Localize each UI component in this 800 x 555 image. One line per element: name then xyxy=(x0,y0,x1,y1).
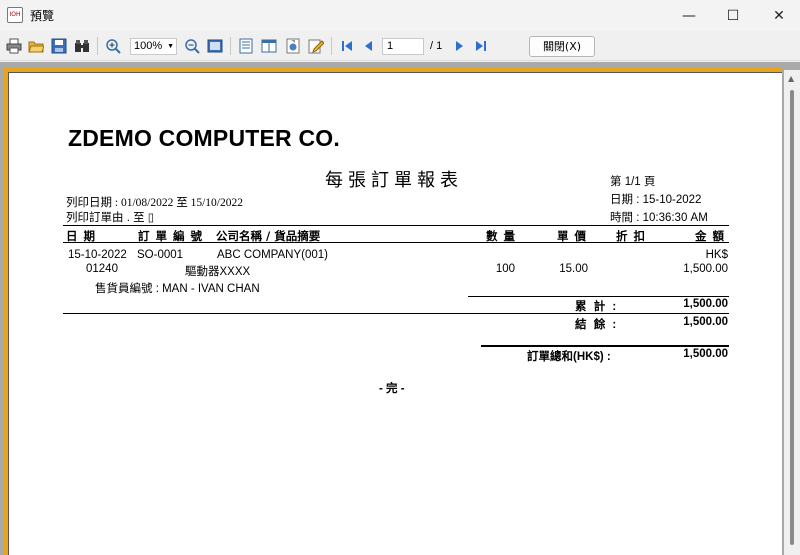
vertical-scrollbar[interactable]: ▲ xyxy=(784,70,800,555)
save-icon[interactable] xyxy=(50,37,68,55)
print-date-range: 列印日期 : 01/08/2022 至 15/10/2022 xyxy=(66,197,243,209)
balance-label: 結 餘 : xyxy=(575,319,619,331)
header-top-line xyxy=(63,225,729,226)
salesman: 售貨員編號 : MAN - IVAN CHAN xyxy=(95,283,260,295)
cumulative-value: 1,500.00 xyxy=(683,298,728,310)
print-icon[interactable] xyxy=(5,37,23,55)
maximize-button[interactable]: ☐ xyxy=(710,0,756,31)
next-page-icon[interactable] xyxy=(450,37,468,55)
grand-total-value: 1,500.00 xyxy=(683,348,728,360)
page-label: 第 1/1 頁 xyxy=(610,176,656,188)
item-amount: 1,500.00 xyxy=(683,263,728,275)
chevron-down-icon: ▼ xyxy=(167,43,174,50)
toolbar: 100% ▼ 1 / 1 關閉(X) xyxy=(0,31,800,61)
item-description: 驅動器XXXX xyxy=(185,266,251,278)
minimize-button[interactable]: — xyxy=(666,0,712,31)
single-page-icon[interactable] xyxy=(237,37,255,55)
order-date: 15-10-2022 xyxy=(68,249,127,261)
end-of-report: - 完 - xyxy=(379,383,405,395)
item-price: 15.00 xyxy=(559,263,588,275)
page-number-input[interactable]: 1 xyxy=(382,38,424,55)
open-folder-icon[interactable] xyxy=(27,37,45,55)
preview-viewer[interactable]: ZDEMO COMPUTER CO. 每張訂單報表 第 1/1 頁 日期 : 1… xyxy=(0,62,800,555)
item-qty: 100 xyxy=(495,263,515,275)
edit-icon[interactable] xyxy=(307,37,325,55)
window-title-bar[interactable]: IOH 預覽 — ☐ ✕ xyxy=(0,0,800,31)
section-line xyxy=(63,313,729,314)
print-order-range: 列印訂單由 . 至 ▯ xyxy=(66,212,155,224)
report-title: 每張訂單報表 xyxy=(325,170,463,191)
first-page-icon[interactable] xyxy=(338,37,356,55)
report-time: 時間 : 10:36:30 AM xyxy=(610,212,708,224)
balance-value: 1,500.00 xyxy=(683,316,728,328)
window-title: 預覽 xyxy=(30,9,55,23)
two-page-icon[interactable] xyxy=(260,37,278,55)
zoom-value: 100% xyxy=(134,40,163,52)
close-window-button[interactable]: ✕ xyxy=(756,0,800,31)
grand-total-line xyxy=(481,345,729,347)
prev-page-icon[interactable] xyxy=(360,37,378,55)
company-name: ZDEMO COMPUTER CO. xyxy=(68,125,340,151)
fit-page-icon[interactable] xyxy=(206,37,224,55)
close-preview-button[interactable]: 關閉(X) xyxy=(529,36,595,57)
close-icon: ✕ xyxy=(773,7,785,24)
report-date: 日期 : 15-10-2022 xyxy=(610,194,702,206)
zoom-out-icon[interactable] xyxy=(183,37,201,55)
order-number: SO-0001 xyxy=(137,249,184,261)
order-company: ABC COMPANY(001) xyxy=(217,249,328,261)
cumulative-label: 累 計 : xyxy=(575,301,619,313)
grand-total-label: 訂單總和(HK$) : xyxy=(527,351,611,363)
page-frame: ZDEMO COMPUTER CO. 每張訂單報表 第 1/1 頁 日期 : 1… xyxy=(4,68,782,555)
zoom-select[interactable]: 100% ▼ xyxy=(130,38,177,55)
find-icon[interactable] xyxy=(73,37,91,55)
export-icon[interactable] xyxy=(284,37,302,55)
maximize-icon: ☐ xyxy=(726,7,740,24)
zoom-in-icon[interactable] xyxy=(104,37,122,55)
item-code: 01240 xyxy=(86,263,118,275)
page-total: / 1 xyxy=(430,40,443,52)
minimize-icon: — xyxy=(682,7,696,24)
app-icon: IOH xyxy=(7,7,23,23)
last-page-icon[interactable] xyxy=(472,37,490,55)
scrollbar-thumb[interactable] xyxy=(790,90,794,545)
order-currency: HK$ xyxy=(705,249,728,261)
header-bottom-line xyxy=(63,242,729,243)
subtotal-line xyxy=(468,296,729,297)
report-page: ZDEMO COMPUTER CO. 每張訂單報表 第 1/1 頁 日期 : 1… xyxy=(8,72,782,555)
scroll-up-icon[interactable]: ▲ xyxy=(788,74,794,83)
